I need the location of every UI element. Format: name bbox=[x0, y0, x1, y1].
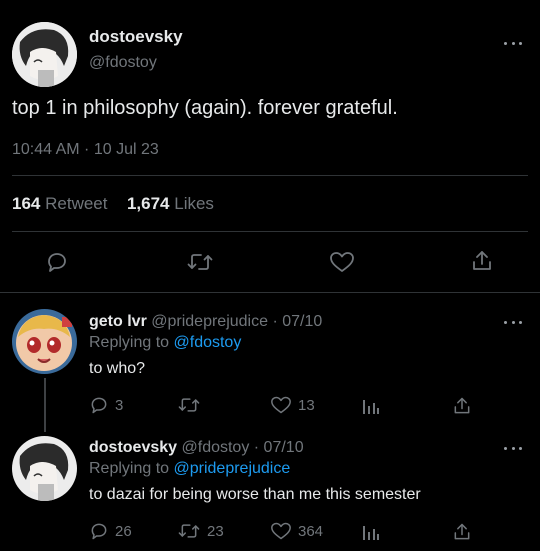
replying-prefix: Replying to bbox=[89, 460, 170, 477]
analytics-icon[interactable] bbox=[361, 396, 381, 416]
divider bbox=[12, 175, 528, 176]
reply-icon[interactable] bbox=[45, 250, 69, 274]
retweet-icon[interactable] bbox=[177, 395, 201, 415]
handle[interactable]: @fdostoy bbox=[89, 54, 157, 72]
more-icon[interactable] bbox=[504, 39, 522, 47]
divider bbox=[0, 292, 540, 293]
like-count: 364 bbox=[298, 522, 324, 540]
retweet-action[interactable] bbox=[177, 395, 207, 415]
engagement-stats: 164 Retweet 1,674 Likes bbox=[12, 194, 214, 214]
reply-text: to dazai for being worse than me this se… bbox=[89, 486, 421, 503]
tweet-text: top 1 in philosophy (again). forever gra… bbox=[12, 97, 398, 119]
retweet-icon[interactable] bbox=[186, 250, 214, 274]
share-icon[interactable] bbox=[470, 249, 494, 273]
avatar[interactable] bbox=[12, 309, 77, 374]
avatar[interactable] bbox=[12, 436, 77, 501]
share-icon[interactable] bbox=[452, 522, 472, 542]
replying-to: Replying to @prideprejudice bbox=[89, 460, 290, 478]
retweet-label[interactable]: Retweet bbox=[45, 194, 107, 213]
handle[interactable]: @prideprejudice bbox=[151, 313, 268, 330]
like-action[interactable]: 364 bbox=[270, 521, 323, 541]
analytics-icon[interactable] bbox=[361, 522, 381, 542]
replying-to: Replying to @fdostoy bbox=[89, 334, 241, 352]
reply-count: 3 bbox=[115, 396, 124, 414]
retweet-action[interactable]: 23 bbox=[177, 521, 224, 541]
retweet-icon[interactable] bbox=[177, 521, 201, 541]
divider bbox=[12, 231, 528, 232]
reply-date[interactable]: · 07/10 bbox=[254, 439, 304, 456]
like-icon[interactable] bbox=[270, 395, 292, 415]
like-icon[interactable] bbox=[329, 250, 355, 274]
reply-action[interactable]: 26 bbox=[89, 521, 132, 541]
timestamp[interactable]: 10:44 AM · 10 Jul 23 bbox=[12, 141, 159, 159]
display-name[interactable]: dostoevsky bbox=[89, 439, 177, 456]
thread-line bbox=[44, 378, 46, 432]
reply-date[interactable]: · 07/10 bbox=[272, 313, 322, 330]
display-name[interactable]: dostoevsky bbox=[89, 27, 183, 47]
like-label[interactable]: Likes bbox=[174, 194, 214, 213]
more-icon[interactable] bbox=[504, 444, 522, 452]
reply-action[interactable]: 3 bbox=[89, 395, 123, 415]
reply-icon[interactable] bbox=[89, 521, 109, 541]
reply-count: 26 bbox=[115, 522, 132, 540]
like-count: 13 bbox=[298, 396, 315, 414]
replying-prefix: Replying to bbox=[89, 334, 170, 351]
handle[interactable]: @fdostoy bbox=[182, 439, 250, 456]
avatar[interactable] bbox=[12, 22, 77, 87]
like-action[interactable]: 13 bbox=[270, 395, 315, 415]
share-icon[interactable] bbox=[452, 396, 472, 416]
display-name[interactable]: geto lvr bbox=[89, 313, 147, 330]
like-icon[interactable] bbox=[270, 521, 292, 541]
like-count[interactable]: 1,674 bbox=[127, 194, 170, 213]
reply-header: dostoevsky @fdostoy · 07/10 bbox=[89, 439, 304, 457]
more-icon[interactable] bbox=[504, 318, 522, 326]
mention-link[interactable]: @prideprejudice bbox=[174, 460, 291, 477]
mention-link[interactable]: @fdostoy bbox=[174, 334, 242, 351]
reply-header: geto lvr @prideprejudice · 07/10 bbox=[89, 313, 322, 331]
reply-icon[interactable] bbox=[89, 395, 109, 415]
retweet-count[interactable]: 164 bbox=[12, 194, 40, 213]
reply-text: to who? bbox=[89, 360, 146, 377]
retweet-count: 23 bbox=[207, 522, 224, 540]
